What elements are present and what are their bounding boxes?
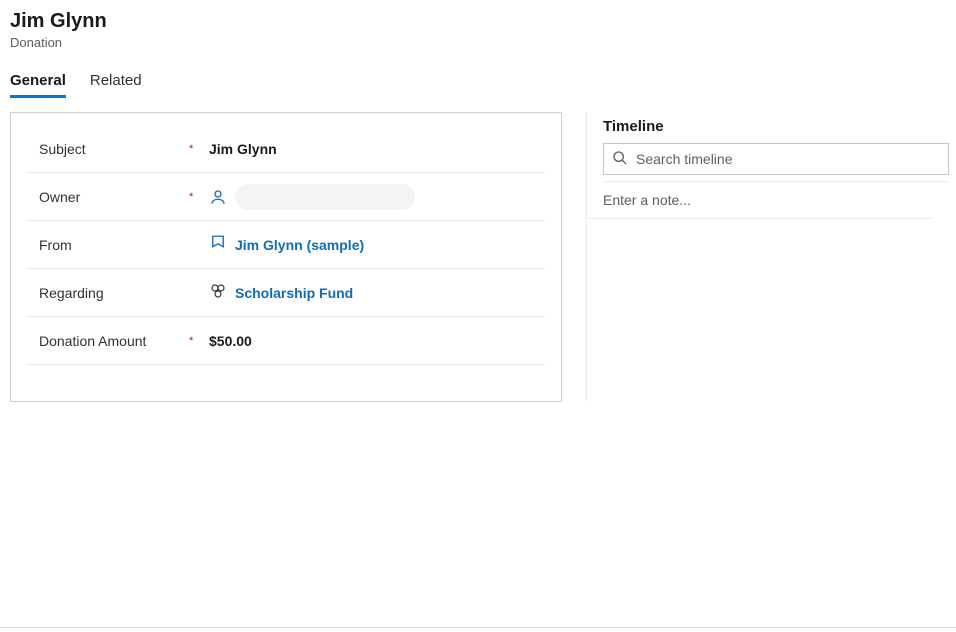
tab-general[interactable]: General [10, 72, 66, 98]
field-from[interactable]: From Jim Glynn (sample) [27, 221, 545, 269]
required-marker: * [189, 143, 193, 155]
regarding-link[interactable]: Scholarship Fund [235, 285, 353, 301]
footer-divider [0, 627, 956, 628]
required-marker: * [189, 191, 193, 203]
label-from: From [27, 237, 177, 253]
value-from[interactable]: Jim Glynn (sample) [177, 234, 545, 255]
field-subject[interactable]: Subject * Jim Glynn [27, 125, 545, 173]
entity-type: Donation [10, 35, 946, 50]
entity-icon [209, 282, 227, 303]
value-amount[interactable]: $50.00 [177, 333, 545, 349]
timeline-search-input[interactable] [636, 151, 940, 167]
value-regarding[interactable]: Scholarship Fund [177, 282, 545, 303]
value-subject[interactable]: Jim Glynn [177, 141, 545, 157]
owner-redacted [235, 184, 415, 210]
person-icon [209, 188, 227, 206]
timeline-search[interactable] [603, 143, 949, 175]
contact-badge-icon [209, 234, 227, 255]
required-marker: * [189, 335, 193, 347]
tab-related[interactable]: Related [90, 72, 142, 98]
note-input[interactable]: Enter a note... [587, 182, 933, 219]
field-regarding[interactable]: Regarding Scholarship Fund [27, 269, 545, 317]
tab-list: General Related [0, 60, 956, 98]
label-owner: Owner * [27, 189, 177, 205]
search-icon [612, 150, 628, 169]
label-regarding: Regarding [27, 285, 177, 301]
timeline-panel: Timeline Enter a note... [586, 112, 956, 402]
from-link[interactable]: Jim Glynn (sample) [235, 237, 364, 253]
page-title: Jim Glynn [10, 10, 946, 33]
timeline-title: Timeline [587, 112, 956, 143]
form-card: Subject * Jim Glynn Owner * From [10, 112, 562, 402]
field-owner[interactable]: Owner * [27, 173, 545, 221]
field-amount[interactable]: Donation Amount * $50.00 [27, 317, 545, 365]
value-owner[interactable] [177, 184, 545, 210]
label-subject: Subject * [27, 141, 177, 157]
label-amount: Donation Amount * [27, 333, 177, 349]
